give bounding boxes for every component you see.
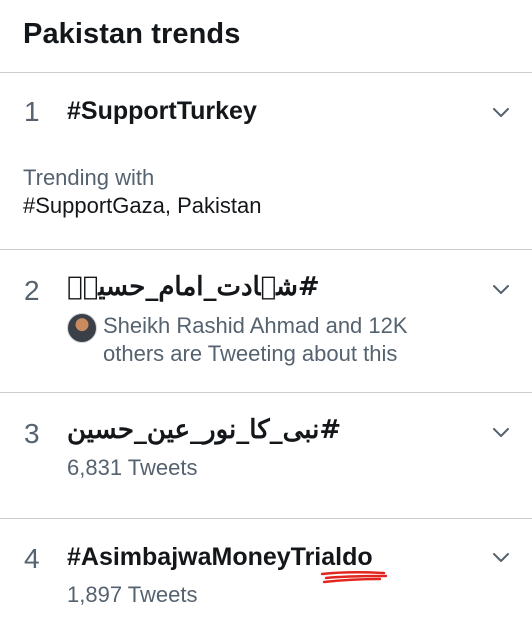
- tweet-count: 1,897 Tweets: [67, 582, 198, 607]
- chevron-down-icon[interactable]: [490, 278, 512, 300]
- trend-item-1[interactable]: 1 #SupportTurkey Trending with #SupportG…: [0, 73, 532, 250]
- chevron-down-icon[interactable]: [490, 101, 512, 123]
- chevron-down-icon[interactable]: [490, 546, 512, 568]
- tweeting-about-text: Sheikh Rashid Ahmad and 12K others are T…: [103, 312, 408, 368]
- red-underline-annotation: [320, 571, 388, 584]
- trend-item-3[interactable]: 3 #نبی_کا_نور_عین_حسین 6,831 Tweets: [0, 393, 532, 519]
- trend-name[interactable]: #AsimbajwaMoneyTrialdo: [67, 543, 373, 572]
- related-tags[interactable]: #SupportGaza, Pakistan: [23, 192, 261, 220]
- trend-context: Trending with #SupportGaza, Pakistan: [23, 164, 261, 220]
- trend-name[interactable]: #نبی_کا_نور_عین_حسین: [67, 415, 341, 445]
- avatar: [67, 313, 97, 343]
- trend-item-4[interactable]: 4 #AsimbajwaMoneyTrialdo 1,897 Tweets: [0, 519, 532, 640]
- page-title: Pakistan trends: [23, 18, 241, 50]
- trend-item-2[interactable]: 2 #شہادت_امام_حسینؑ Sheikh Rashid Ahmad …: [0, 250, 532, 393]
- trend-rank: 2: [24, 275, 40, 306]
- tweet-count: 6,831 Tweets: [67, 455, 198, 480]
- trend-name[interactable]: #SupportTurkey: [67, 97, 257, 126]
- trends-header: Pakistan trends: [0, 0, 532, 73]
- trend-name[interactable]: #شہادت_امام_حسینؑ: [67, 272, 320, 302]
- chevron-down-icon[interactable]: [490, 421, 512, 443]
- participants-line-2: others are Tweeting about this: [103, 341, 398, 366]
- participants-line-1: Sheikh Rashid Ahmad and 12K: [103, 313, 408, 338]
- trend-rank: 1: [24, 96, 40, 127]
- trending-with-label: Trending with: [23, 165, 155, 190]
- trend-rank: 3: [24, 418, 40, 449]
- trend-rank: 4: [24, 543, 40, 574]
